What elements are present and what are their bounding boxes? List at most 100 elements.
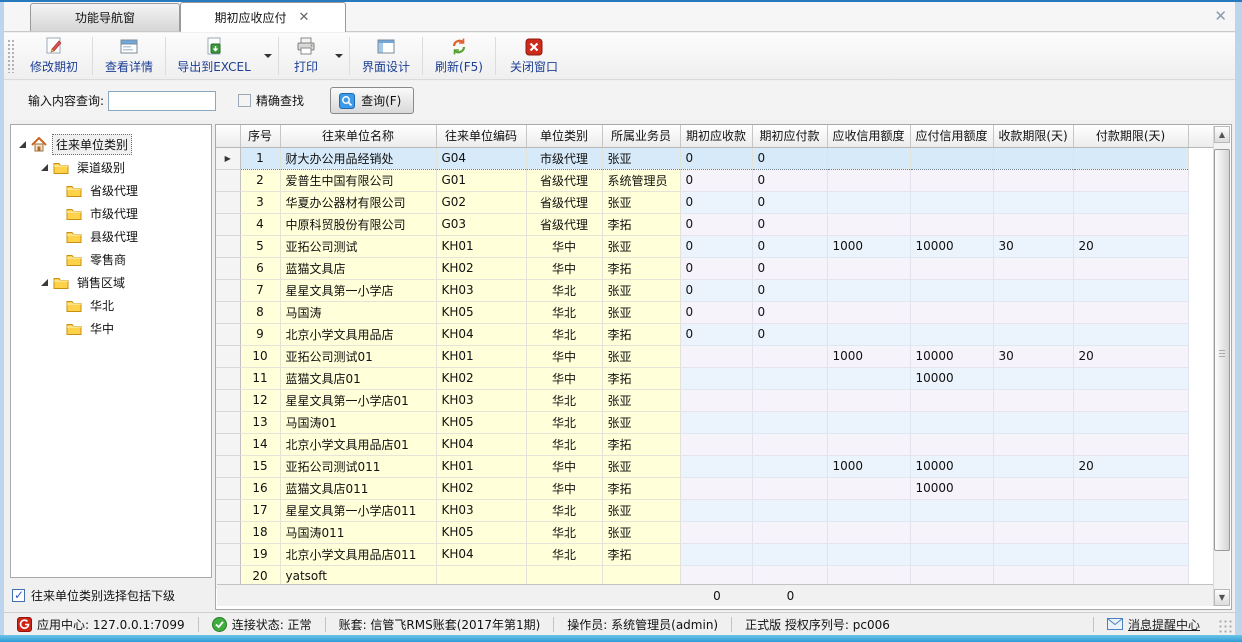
row-indicator[interactable] [216, 213, 240, 235]
table-cell[interactable]: 0 [752, 235, 827, 257]
table-cell[interactable]: G01 [436, 169, 526, 191]
column-header[interactable]: 所属业务员 [602, 125, 680, 147]
table-cell[interactable] [993, 279, 1073, 301]
table-cell[interactable] [752, 389, 827, 411]
table-cell[interactable]: 10000 [910, 367, 993, 389]
table-cell[interactable]: KH05 [436, 411, 526, 433]
table-cell[interactable]: 10 [240, 345, 280, 367]
table-cell[interactable] [827, 169, 910, 191]
table-cell[interactable] [680, 389, 752, 411]
table-cell[interactable]: 华中 [526, 367, 602, 389]
table-cell[interactable]: 蓝猫文具店011 [280, 477, 436, 499]
message-center-link[interactable]: 消息提醒中心 [1128, 616, 1200, 633]
column-header[interactable]: 应付信用额度 [910, 125, 993, 147]
search-input[interactable] [108, 91, 216, 111]
table-cell[interactable]: 华中 [526, 455, 602, 477]
table-cell[interactable]: 华中 [526, 477, 602, 499]
table-cell[interactable]: 1000 [827, 455, 910, 477]
table-cell[interactable]: KH05 [436, 301, 526, 323]
ui-design-button[interactable]: 界面设计 [350, 33, 422, 79]
message-center-item[interactable]: 消息提醒中心 [1093, 617, 1213, 632]
row-indicator[interactable] [216, 323, 240, 345]
table-cell[interactable]: 1000 [827, 235, 910, 257]
table-cell[interactable] [827, 323, 910, 345]
tree-node-central-china[interactable]: 华中 [11, 317, 211, 340]
row-indicator[interactable] [216, 301, 240, 323]
table-cell[interactable]: 李拓 [602, 257, 680, 279]
table-cell[interactable]: 9 [240, 323, 280, 345]
table-cell[interactable] [910, 499, 993, 521]
table-cell[interactable]: 亚拓公司测试01 [280, 345, 436, 367]
table-row[interactable]: 7星星文具第一小学店KH03华北张亚00 [216, 279, 1214, 301]
table-cell[interactable] [1073, 389, 1188, 411]
tree-node-channel-level[interactable]: 渠道级别 [11, 156, 211, 179]
scroll-up-icon[interactable]: ▲ [1214, 126, 1230, 143]
table-cell[interactable]: 马国涛 [280, 301, 436, 323]
table-cell[interactable] [680, 411, 752, 433]
table-cell[interactable]: 0 [680, 257, 752, 279]
table-cell[interactable]: 华北 [526, 301, 602, 323]
table-cell[interactable]: 10000 [910, 235, 993, 257]
table-cell[interactable] [827, 213, 910, 235]
table-cell[interactable] [910, 521, 993, 543]
table-cell[interactable] [993, 433, 1073, 455]
table-cell[interactable] [1073, 191, 1188, 213]
table-cell[interactable] [752, 345, 827, 367]
column-header[interactable]: 付款期限(天) [1073, 125, 1188, 147]
table-cell[interactable] [1073, 279, 1188, 301]
expander-icon[interactable] [41, 164, 48, 171]
table-cell[interactable] [993, 521, 1073, 543]
table-cell[interactable]: 0 [680, 213, 752, 235]
table-cell[interactable]: 张亚 [602, 411, 680, 433]
table-cell[interactable]: 11 [240, 367, 280, 389]
table-cell[interactable]: 张亚 [602, 191, 680, 213]
table-cell[interactable] [1073, 477, 1188, 499]
table-cell[interactable]: 张亚 [602, 389, 680, 411]
table-cell[interactable] [680, 433, 752, 455]
table-cell[interactable]: 19 [240, 543, 280, 565]
table-cell[interactable]: 12 [240, 389, 280, 411]
table-cell[interactable] [680, 455, 752, 477]
include-sub-level-checkbox[interactable] [12, 589, 25, 602]
table-row[interactable]: 4中原科贸股份有限公司G03省级代理李拓00 [216, 213, 1214, 235]
table-cell[interactable]: 华北 [526, 411, 602, 433]
table-cell[interactable]: 0 [752, 257, 827, 279]
table-cell[interactable]: 0 [680, 301, 752, 323]
table-cell[interactable] [993, 389, 1073, 411]
table-cell[interactable]: 李拓 [602, 543, 680, 565]
table-cell[interactable] [993, 257, 1073, 279]
table-row[interactable]: 5亚拓公司测试KH01华中张亚001000100003020 [216, 235, 1214, 257]
column-header[interactable]: 往来单位名称 [280, 125, 436, 147]
table-cell[interactable] [752, 433, 827, 455]
table-cell[interactable] [993, 543, 1073, 565]
tab-close-icon[interactable]: ✕ [297, 11, 312, 24]
table-cell[interactable]: 4 [240, 213, 280, 235]
table-cell[interactable]: 省级代理 [526, 169, 602, 191]
column-header[interactable]: 期初应收款 [680, 125, 752, 147]
table-cell[interactable]: 0 [680, 147, 752, 169]
table-cell[interactable]: KH04 [436, 543, 526, 565]
table-cell[interactable]: 马国涛011 [280, 521, 436, 543]
table-cell[interactable]: 1 [240, 147, 280, 169]
table-row[interactable]: 8马国涛KH05华北张亚00 [216, 301, 1214, 323]
table-cell[interactable] [993, 455, 1073, 477]
table-cell[interactable]: 北京小学文具用品店 [280, 323, 436, 345]
table-cell[interactable] [910, 191, 993, 213]
table-cell[interactable]: 李拓 [602, 323, 680, 345]
table-cell[interactable]: 北京小学文具用品店011 [280, 543, 436, 565]
row-indicator[interactable] [216, 367, 240, 389]
include-sub-level-option[interactable]: 往来单位类别选择包括下级 [12, 587, 175, 604]
table-cell[interactable]: 李拓 [602, 433, 680, 455]
table-cell[interactable] [993, 367, 1073, 389]
table-row[interactable]: 13马国涛01KH05华北张亚 [216, 411, 1214, 433]
tree-node-provincial-agent[interactable]: 省级代理 [11, 179, 211, 202]
table-cell[interactable] [993, 213, 1073, 235]
table-cell[interactable] [752, 499, 827, 521]
tree-node-north-china[interactable]: 华北 [11, 294, 211, 317]
table-cell[interactable]: 20 [1073, 455, 1188, 477]
table-cell[interactable] [910, 279, 993, 301]
table-cell[interactable]: KH03 [436, 499, 526, 521]
table-cell[interactable]: 0 [752, 279, 827, 301]
table-cell[interactable] [827, 521, 910, 543]
print-button[interactable]: 打印 [279, 33, 333, 79]
